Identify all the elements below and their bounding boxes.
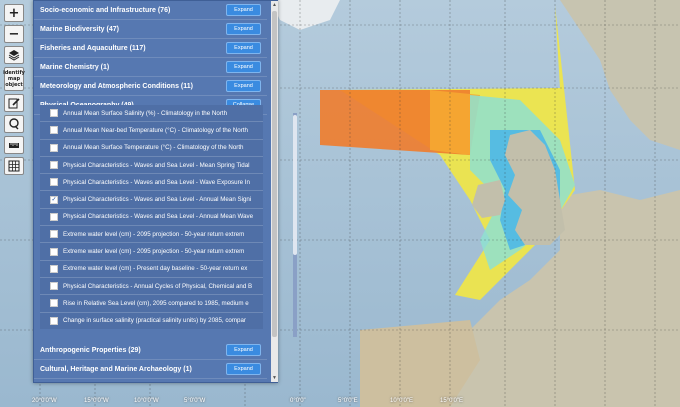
edit-button[interactable] (4, 94, 24, 112)
layer-item[interactable]: ✓ Physical Characteristics - Waves and Se… (40, 191, 263, 209)
expand-button[interactable]: Expand (226, 61, 261, 73)
layer-label: Physical Characteristics - Annual Cycles… (63, 282, 253, 290)
category-row[interactable]: Cultural, Heritage and Marine Archaeolog… (34, 360, 267, 379)
layer-checkbox[interactable] (50, 282, 58, 291)
category-row[interactable]: Marine Chemistry (1) Expand (34, 58, 267, 77)
longitude-label: 0°0'0" (290, 398, 306, 404)
category-row[interactable]: Anthropogenic Properties (29) Expand (34, 341, 267, 360)
scroll-down-arrow-icon[interactable]: ▼ (271, 374, 278, 382)
layer-label: Extreme water level (cm) - 2095 projecti… (63, 248, 245, 256)
panel-scroll-thumb[interactable] (272, 11, 277, 337)
layer-checkbox[interactable] (50, 212, 58, 221)
layer-item[interactable]: Annual Mean Surface Temperature (°C) - C… (40, 140, 263, 157)
longitude-label: 10°0'0"E (390, 398, 414, 404)
layer-checkbox-checked[interactable]: ✓ (50, 195, 58, 204)
layer-checkbox[interactable] (50, 316, 58, 325)
layer-checkbox[interactable] (50, 109, 58, 118)
layer-item[interactable]: Extreme water level (cm) - 2095 projecti… (40, 243, 263, 261)
layer-label: Physical Characteristics - Waves and Sea… (63, 196, 252, 204)
category-row[interactable]: Meteorology and Atmospheric Conditions (… (34, 77, 267, 96)
longitude-label: 20°0'0"W (32, 398, 57, 404)
layer-item[interactable]: Physical Characteristics - Waves and Sea… (40, 174, 263, 192)
edit-icon (8, 98, 20, 109)
layer-label: Annual Mean Surface Salinity (%) - Clima… (63, 109, 228, 117)
category-row[interactable]: Socio-economic and Infrastructure (76) Ex… (34, 1, 267, 20)
expand-button[interactable]: Expand (226, 42, 261, 54)
layer-item[interactable]: Extreme water level (cm) - Present day b… (40, 261, 263, 278)
category-label: Fisheries and Aquaculture (117) (40, 44, 146, 52)
layer-checkbox[interactable] (50, 247, 58, 256)
lasso-select-button[interactable] (4, 115, 24, 133)
layer-checkbox[interactable] (50, 126, 58, 135)
map-toolbar: + − identify map object (3, 4, 25, 175)
layer-item[interactable]: Extreme water level (cm) - 2095 projecti… (40, 226, 263, 244)
expand-button[interactable]: Expand (226, 80, 261, 92)
layer-checkbox[interactable] (50, 230, 58, 239)
layer-label: Extreme water level (cm) - 2095 projecti… (63, 230, 245, 238)
data-layers-panel: Socio-economic and Infrastructure (76) Ex… (33, 0, 297, 383)
layer-label: Physical Characteristics - Waves and Sea… (63, 213, 254, 221)
category-label: Socio-economic and Infrastructure (76) (40, 6, 171, 14)
layer-label: Physical Characteristics - Waves and Sea… (63, 161, 250, 169)
identify-map-object-button[interactable]: identify map object (3, 67, 25, 91)
layer-checkbox[interactable] (50, 143, 58, 152)
category-row[interactable]: Fisheries and Aquaculture (117) Expand (34, 39, 267, 58)
longitude-label: 15°0'0"W (84, 398, 109, 404)
layer-item[interactable]: Physical Characteristics - Annual Cycles… (40, 278, 263, 296)
layer-label: Physical Characteristics - Waves and Sea… (63, 178, 250, 186)
longitude-label: 15°0'0"E (440, 398, 464, 404)
category-label: Marine Chemistry (1) (40, 63, 110, 71)
layer-label: Change in surface salinity (practical sa… (63, 317, 246, 325)
expand-button[interactable]: Expand (226, 344, 261, 356)
grid-button[interactable] (4, 157, 24, 175)
longitude-label: 5°0'0"E (338, 398, 358, 404)
category-label: Marine Biodiversity (47) (40, 25, 119, 33)
layer-item[interactable]: Rise in Relative Sea Level (cm), 2095 co… (40, 295, 263, 313)
category-label: Cultural, Heritage and Marine Archaeolog… (40, 365, 192, 373)
layer-label: Annual Mean Near-bed Temperature (°C) - … (63, 126, 248, 134)
category-label: Meteorology and Atmospheric Conditions (… (40, 82, 193, 90)
expand-button[interactable]: Expand (226, 363, 261, 375)
measure-button[interactable] (4, 136, 24, 154)
scroll-up-arrow-icon[interactable]: ▲ (271, 1, 278, 9)
longitude-labels: 20°0'0"W 15°0'0"W 10°0'0"W 5°0'0"W 0°0'0" 5°0… (0, 398, 680, 407)
layers-icon (8, 50, 20, 61)
layer-checkbox[interactable] (50, 161, 58, 170)
longitude-label: 10°0'0"W (134, 398, 159, 404)
layer-label: Rise in Relative Sea Level (cm), 2095 co… (63, 299, 249, 307)
layer-item[interactable]: Physical Characteristics - Waves and Sea… (40, 157, 263, 175)
layer-checkbox[interactable] (50, 264, 58, 273)
layer-list-scroll-thumb[interactable] (293, 115, 297, 255)
expand-button[interactable]: Expand (226, 23, 261, 35)
layer-list-scrollbar[interactable] (293, 113, 297, 337)
grid-icon (8, 160, 20, 172)
layer-item[interactable]: Annual Mean Near-bed Temperature (°C) - … (40, 122, 263, 140)
layer-item[interactable]: Annual Mean Surface Salinity (%) - Clima… (40, 105, 263, 123)
expand-button[interactable]: Expand (226, 4, 261, 16)
layer-label: Extreme water level (cm) - Present day b… (63, 265, 248, 273)
category-row[interactable]: Marine Biodiversity (47) Expand (34, 20, 267, 39)
layers-button[interactable] (4, 46, 24, 64)
longitude-label: 5°0'0"W (184, 398, 206, 404)
zoom-out-button[interactable]: − (4, 25, 24, 43)
ruler-icon (9, 143, 19, 148)
layer-item[interactable]: Physical Characteristics - Waves and Sea… (40, 209, 263, 227)
physical-oceanography-layer-list[interactable]: Annual Mean Surface Salinity (%) - Clima… (40, 105, 263, 329)
zoom-in-button[interactable]: + (4, 4, 24, 22)
layer-item[interactable]: Change in surface salinity (practical sa… (40, 313, 263, 329)
panel-scrollbar[interactable]: ▲ ▼ (271, 1, 278, 382)
layer-checkbox[interactable] (50, 299, 58, 308)
layer-checkbox[interactable] (50, 178, 58, 187)
layer-label: Annual Mean Surface Temperature (°C) - C… (63, 144, 244, 152)
category-label: Anthropogenic Properties (29) (40, 346, 141, 354)
lasso-icon (9, 118, 19, 130)
